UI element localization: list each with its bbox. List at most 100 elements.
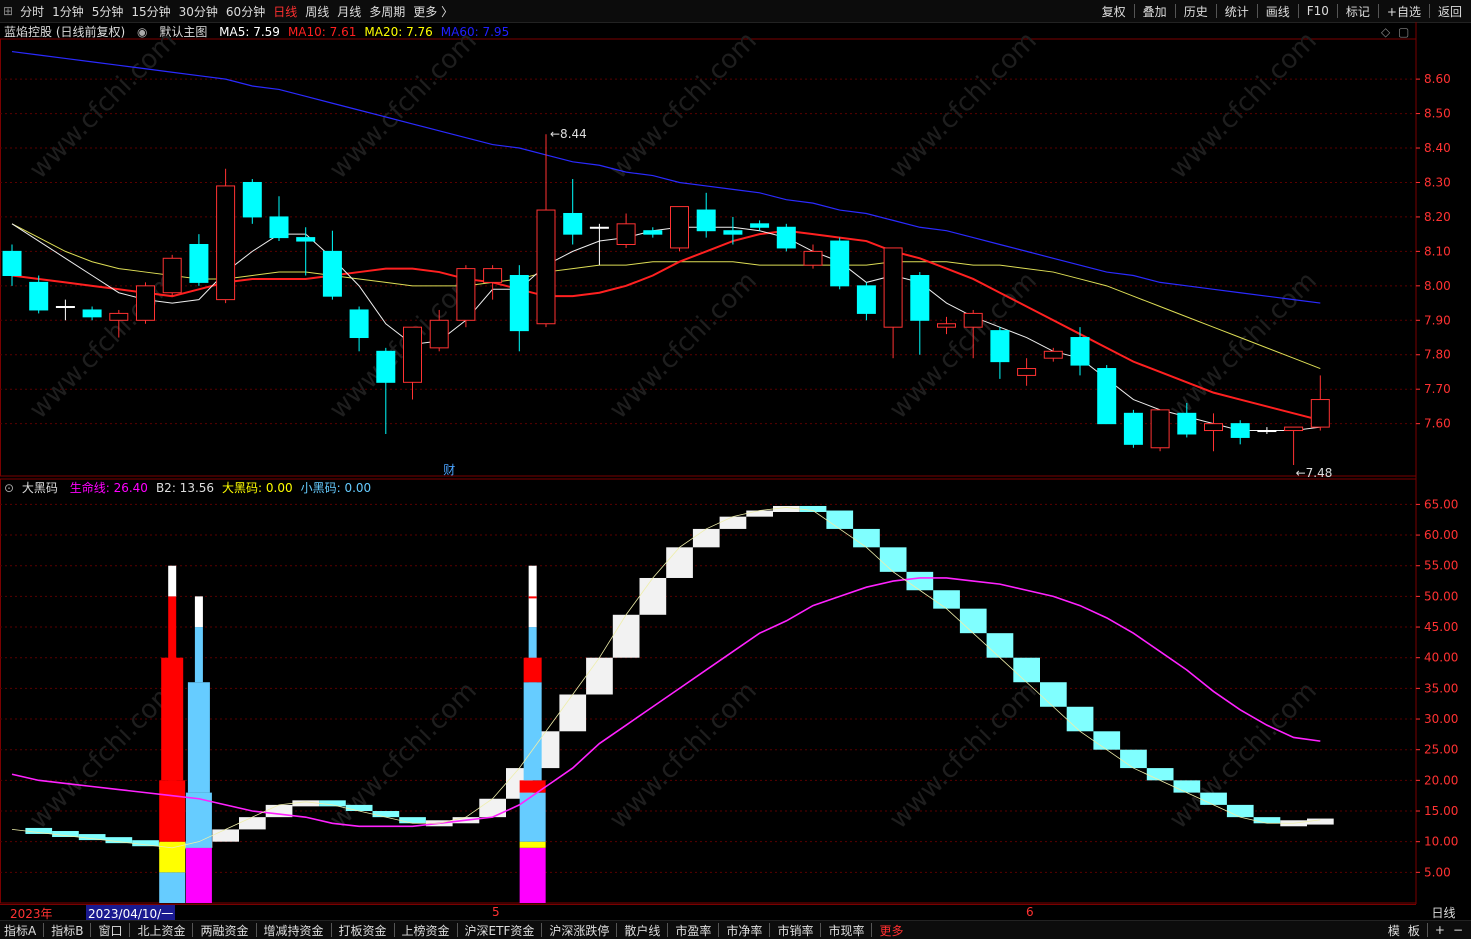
bottom-right-0[interactable]: 模: [1384, 922, 1404, 939]
candle: [1204, 413, 1223, 452]
candle: [830, 237, 850, 290]
divider: [871, 923, 873, 937]
signal-bar: [185, 792, 212, 848]
bottom-tab-6[interactable]: 打板资金: [335, 922, 391, 939]
divider: [667, 923, 669, 937]
b2-block: [692, 528, 720, 548]
bottom-tab-10[interactable]: 散户线: [620, 922, 664, 939]
y-tick-label: 8.30: [1424, 175, 1451, 189]
candle-body: [750, 223, 770, 228]
ma20-line: [11, 223, 1321, 369]
period-tab-3[interactable]: 15分钟: [127, 3, 174, 20]
period-tab-8[interactable]: 月线: [333, 3, 365, 20]
b2-block: [1253, 817, 1281, 824]
candle-body: [456, 268, 476, 321]
diamond-icon[interactable]: ◇: [1381, 25, 1390, 39]
bottom-tab-3[interactable]: 北上资金: [133, 922, 189, 939]
candle: [29, 275, 49, 314]
candle: [269, 196, 289, 242]
bottom-tab-15[interactable]: 更多: [875, 922, 907, 939]
bottom-right-2[interactable]: +: [1431, 923, 1449, 937]
menu-icon[interactable]: ⊞: [0, 4, 16, 18]
candle: [216, 168, 236, 304]
b2-block: [372, 811, 400, 818]
period-tab-9[interactable]: 多周期: [365, 3, 409, 20]
candle: [456, 265, 476, 328]
b2-block: [1120, 749, 1147, 769]
toolbar-action-4[interactable]: 画线: [1261, 3, 1295, 20]
period-tab-6[interactable]: 日线: [269, 3, 301, 20]
candle-body: [616, 223, 636, 245]
settings-circle-icon[interactable]: ◉: [137, 25, 147, 39]
divider: [1428, 4, 1430, 18]
b2-block: [78, 834, 106, 841]
period-tab-0[interactable]: 分时: [16, 3, 48, 20]
bottom-tab-5[interactable]: 增减持资金: [260, 922, 328, 939]
watermark: www.cfchi.com: [324, 26, 483, 185]
period-tab-5[interactable]: 60分钟: [222, 3, 269, 20]
bottom-tab-13[interactable]: 市销率: [773, 922, 817, 939]
collapse-icon[interactable]: ⊙: [4, 481, 14, 495]
period-tab-1[interactable]: 1分钟: [48, 3, 88, 20]
bottom-tab-4[interactable]: 两融资金: [196, 922, 252, 939]
candle-body: [242, 181, 262, 218]
y-tick-label: 45.00: [1424, 620, 1458, 634]
candle: [1017, 358, 1037, 386]
period-indicator[interactable]: 日线: [1416, 904, 1471, 920]
candle-body: [1017, 368, 1037, 376]
bottom-right-3[interactable]: −: [1449, 923, 1467, 937]
b2-block: [959, 608, 987, 634]
ma10-line: [11, 229, 1321, 422]
period-tab-10[interactable]: 更多 〉: [409, 3, 457, 20]
sub-indicator-name[interactable]: 大黑码: [22, 481, 58, 495]
watermark: www.cfchi.com: [1164, 266, 1323, 425]
event-marker[interactable]: 财: [443, 463, 455, 477]
bottom-tab-0[interactable]: 指标A: [0, 922, 40, 939]
b2-block: [586, 657, 613, 695]
bottom-tab-1[interactable]: 指标B: [47, 922, 87, 939]
signal-tower-tip: [528, 565, 537, 628]
candle-body: [2, 250, 22, 277]
month-5-label: 5: [492, 905, 500, 919]
toolbar-action-0[interactable]: 复权: [1097, 3, 1131, 20]
period-tab-4[interactable]: 30分钟: [175, 3, 222, 20]
candle-body: [723, 230, 743, 235]
bottom-right-1[interactable]: 板: [1404, 922, 1424, 939]
period-tab-2[interactable]: 5分钟: [88, 3, 128, 20]
bottom-tab-8[interactable]: 沪深ETF资金: [461, 922, 539, 939]
big-code-bar: [159, 841, 186, 873]
bottom-tab-9[interactable]: 沪深涨跌停: [545, 922, 613, 939]
toolbar-action-3[interactable]: 统计: [1220, 3, 1254, 20]
stock-name[interactable]: 蓝焰控股 (日线前复权): [4, 25, 125, 39]
b2-block: [1146, 768, 1174, 781]
bottom-tab-11[interactable]: 市盈率: [671, 922, 715, 939]
watermark: www.cfchi.com: [1164, 676, 1323, 835]
candle: [643, 227, 663, 238]
toolbar-action-2[interactable]: 历史: [1179, 3, 1213, 20]
toolbar-action-5[interactable]: F10: [1302, 4, 1334, 18]
bottom-tab-7[interactable]: 上榜资金: [398, 922, 454, 939]
watermark: www.cfchi.com: [884, 266, 1043, 425]
bottom-tab-14[interactable]: 市现率: [824, 922, 868, 939]
divider: [90, 923, 92, 937]
candle-body: [55, 306, 75, 309]
toolbar-action-8[interactable]: 返回: [1433, 3, 1467, 20]
period-tab-7[interactable]: 周线: [301, 3, 333, 20]
divider: [1133, 4, 1135, 18]
b2-block: [1066, 706, 1094, 732]
main-indicator-name[interactable]: 默认主图: [159, 25, 207, 39]
window-icon[interactable]: ▢: [1398, 25, 1409, 39]
toolbar-action-7[interactable]: +自选: [1382, 3, 1426, 20]
date-axis: 2023年 2023/04/10/一 5 6: [0, 904, 1416, 922]
toolbar-action-1[interactable]: 叠加: [1138, 3, 1172, 20]
bottom-tabs: 指标A 指标B 窗口 北上资金 两融资金 增减持资金 打板资金 上榜资金 沪深ETF资金 沪深涨跌…: [0, 920, 1471, 939]
ma-legend-item: MA5: 7.59: [219, 25, 280, 39]
toolbar-action-6[interactable]: 标记: [1341, 3, 1375, 20]
bottom-tab-2[interactable]: 窗口: [94, 922, 126, 939]
y-tick-label: 50.00: [1424, 589, 1458, 603]
sub-legend-item: 生命线: 26.40: [69, 481, 148, 495]
b2-block: [212, 829, 239, 842]
candle: [937, 316, 956, 335]
bottom-tab-12[interactable]: 市净率: [722, 922, 766, 939]
candle: [376, 347, 396, 434]
